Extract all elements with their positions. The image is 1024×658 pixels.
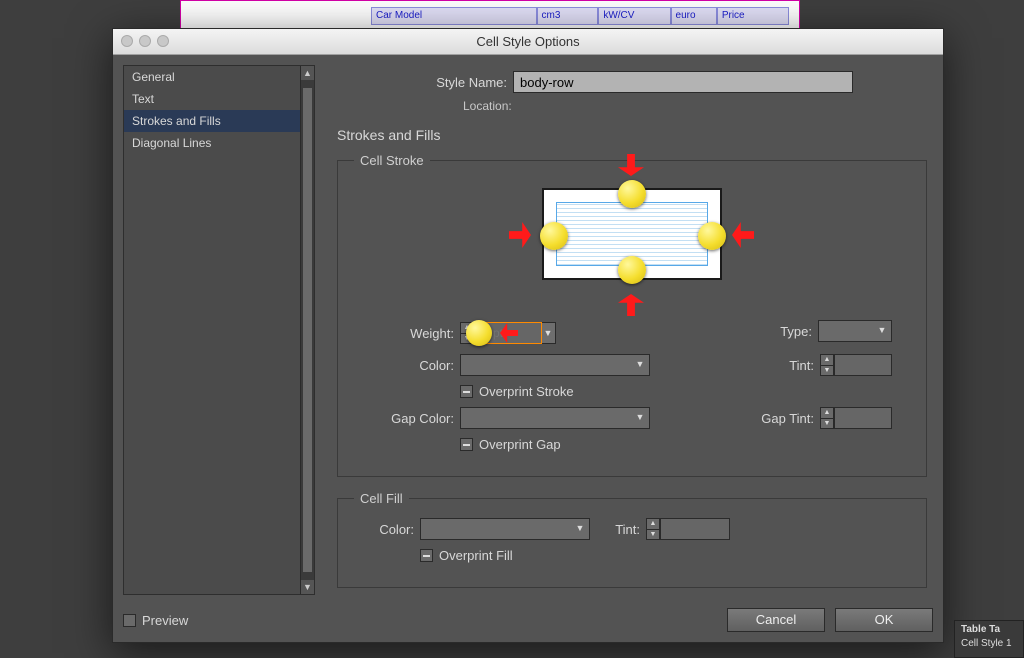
arrow-top-icon: [618, 154, 644, 176]
bg-col-kw: kW/CV: [598, 7, 670, 25]
cell-stroke-legend: Cell Stroke: [354, 153, 430, 168]
location-label: Location:: [463, 99, 512, 113]
category-sidebar: General Text Strokes and Fills Diagonal …: [123, 65, 315, 595]
gap-color-combo[interactable]: ▼: [460, 407, 650, 429]
stroke-tint-label: Tint:: [789, 358, 814, 373]
arrow-right-icon: [732, 222, 754, 248]
window-close-dot[interactable]: [121, 35, 133, 47]
cell-fill-legend: Cell Fill: [354, 491, 409, 506]
stroke-color-combo[interactable]: ▼: [460, 354, 650, 376]
overprint-stroke-checkbox[interactable]: [460, 385, 473, 398]
fill-color-combo[interactable]: ▼: [420, 518, 590, 540]
cell-styles-panel-stub[interactable]: Table Ta Cell Style 1: [954, 620, 1024, 658]
cell-fill-group: Cell Fill Color: ▼ Tint: ▲▼ Overprint Fi…: [337, 491, 927, 588]
style-name-label: Style Name:: [337, 75, 507, 90]
main-panel: Style Name: Location: Strokes and Fills …: [315, 65, 933, 632]
edge-left-handle[interactable]: [540, 222, 568, 250]
stroke-tint-stepper[interactable]: ▲▼: [820, 354, 834, 376]
panel-tabs[interactable]: Table Ta: [961, 624, 1017, 635]
overprint-gap-label: Overprint Gap: [479, 437, 561, 452]
sidebar-scrollbar[interactable]: ▲ ▼: [300, 66, 314, 594]
preview-checkbox[interactable]: [123, 614, 136, 627]
scroll-down-icon[interactable]: ▼: [301, 580, 314, 594]
cell-stroke-group: Cell Stroke: [337, 153, 927, 477]
arrow-left-icon: [509, 222, 531, 248]
background-document: Car Model cm3 kW/CV euro Price: [180, 0, 800, 30]
sidebar-item-strokes-fills[interactable]: Strokes and Fills: [124, 110, 314, 132]
bg-col-euro: euro: [671, 7, 717, 25]
dialog-titlebar[interactable]: Cell Style Options: [113, 29, 943, 55]
scroll-up-icon[interactable]: ▲: [301, 66, 314, 80]
section-title: Strokes and Fills: [337, 127, 927, 143]
dialog-title: Cell Style Options: [476, 34, 579, 49]
stroke-color-label: Color:: [354, 358, 454, 373]
weight-highlight-handle[interactable]: [466, 320, 492, 346]
ok-button[interactable]: OK: [835, 608, 933, 632]
style-name-input[interactable]: [513, 71, 853, 93]
cancel-button[interactable]: Cancel: [727, 608, 825, 632]
window-min-dot[interactable]: [139, 35, 151, 47]
scroll-thumb[interactable]: [303, 88, 312, 572]
overprint-fill-label: Overprint Fill: [439, 548, 513, 563]
bg-col-cm3: cm3: [537, 7, 599, 25]
gap-tint-stepper[interactable]: ▲▼: [820, 407, 834, 429]
window-zoom-dot[interactable]: [157, 35, 169, 47]
preview-label: Preview: [142, 613, 188, 628]
fill-color-label: Color:: [354, 522, 414, 537]
arrow-bottom-icon: [618, 294, 644, 316]
edge-top-handle[interactable]: [618, 180, 646, 208]
gap-tint-label: Gap Tint:: [761, 411, 814, 426]
weight-label: Weight:: [354, 326, 454, 341]
overprint-gap-checkbox[interactable]: [460, 438, 473, 451]
fill-tint-input[interactable]: [660, 518, 730, 540]
gap-color-label: Gap Color:: [354, 411, 454, 426]
stroke-tint-input[interactable]: [834, 354, 892, 376]
panel-row[interactable]: Cell Style 1: [961, 638, 1017, 649]
edge-right-handle[interactable]: [698, 222, 726, 250]
sidebar-item-text[interactable]: Text: [124, 88, 314, 110]
bg-col-model: Car Model: [371, 7, 537, 25]
overprint-stroke-label: Overprint Stroke: [479, 384, 574, 399]
weight-dropdown-button[interactable]: ▼: [540, 322, 556, 344]
fill-tint-stepper[interactable]: ▲▼: [646, 518, 660, 540]
sidebar-item-general[interactable]: General: [124, 66, 314, 88]
bg-col-price: Price: [717, 7, 789, 25]
overprint-fill-checkbox[interactable]: [420, 549, 433, 562]
cell-style-options-dialog: Cell Style Options General Text Strokes …: [112, 28, 944, 643]
gap-tint-input[interactable]: [834, 407, 892, 429]
edge-bottom-handle[interactable]: [618, 256, 646, 284]
sidebar-item-diagonal-lines[interactable]: Diagonal Lines: [124, 132, 314, 154]
type-label: Type:: [780, 324, 812, 339]
fill-tint-label: Tint:: [590, 522, 640, 537]
type-combo[interactable]: ▼: [818, 320, 892, 342]
